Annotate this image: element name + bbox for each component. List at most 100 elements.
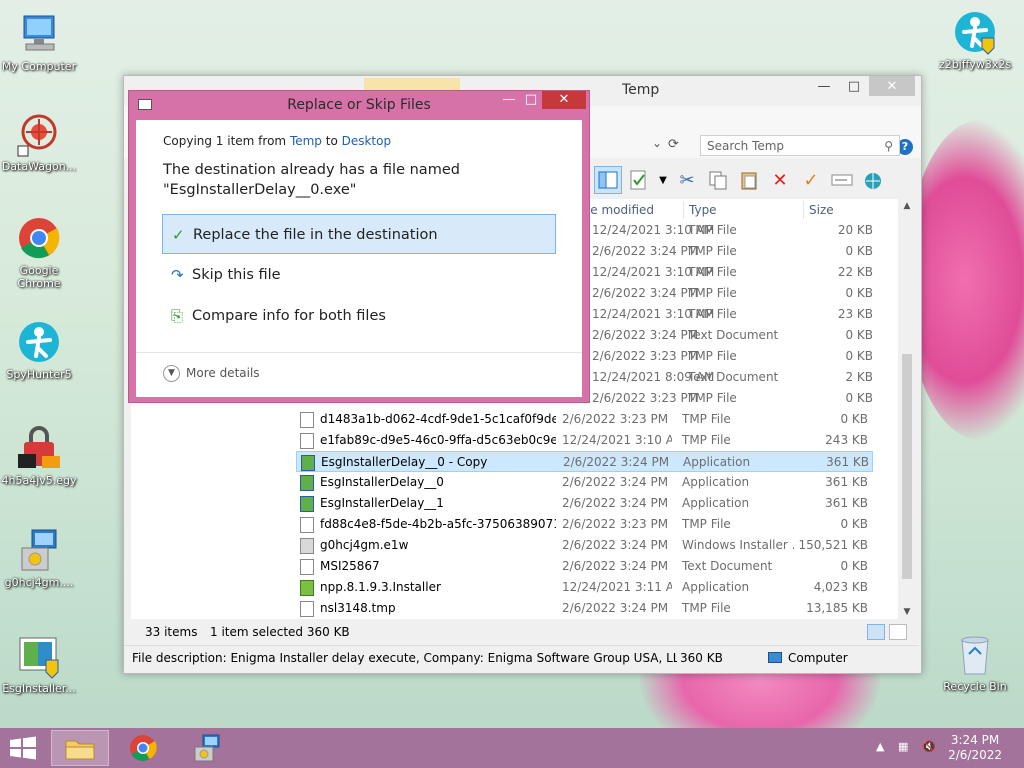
table-row[interactable]: 12/24/2021 3:10 AM TMP File 20 KB — [588, 220, 873, 241]
secured-file-icon — [16, 426, 62, 472]
cell-type: Application — [683, 455, 751, 469]
dropdown-icon[interactable]: ▼ — [656, 166, 670, 194]
details-view-icon[interactable] — [867, 624, 885, 640]
maximize-button[interactable]: □ — [839, 76, 869, 96]
table-row[interactable]: MSI25867 2/6/2022 3:24 PM Text Document 0 K… — [296, 556, 873, 577]
table-row[interactable]: 12/24/2021 3:10 AM TMP File 23 KB — [588, 304, 873, 325]
desktop-icon-recycle-bin[interactable]: Recycle Bin — [936, 632, 1014, 693]
volume-muted-icon[interactable]: 🔇 — [922, 740, 936, 753]
desktop-icon-my-computer[interactable]: My Computer — [0, 12, 78, 73]
cell-type: TMP File — [688, 286, 737, 300]
cell-date: 2/6/2022 3:24 PM — [592, 328, 699, 342]
checkmark-icon[interactable]: ✓ — [797, 166, 825, 194]
skip-file-option[interactable]: ↷ Skip this file — [162, 255, 556, 295]
table-row[interactable]: fd88c4e8-f5de-4b2b-a5fc-375063890710.t..… — [296, 514, 873, 535]
dialog-title-bar: Replace or Skip Files — □ ✕ — [129, 91, 589, 119]
toolbar: ▼ ✂ ✕ ✓ — [594, 166, 887, 198]
taskbar-google-chrome[interactable] — [114, 730, 172, 766]
table-row[interactable]: EsgInstallerDelay__1 2/6/2022 3:24 PM Appl… — [296, 493, 873, 514]
close-button[interactable]: ✕ — [869, 76, 915, 96]
column-header-size[interactable]: Size — [809, 199, 834, 221]
delete-icon[interactable]: ✕ — [766, 166, 794, 194]
dialog-maximize-button[interactable]: □ — [520, 91, 542, 109]
address-dropdown-icon[interactable]: ⌄ — [652, 136, 662, 150]
table-row[interactable]: 2/6/2022 3:24 PM TMP File 0 KB — [588, 241, 873, 262]
cell-size: 4,023 KB — [813, 580, 868, 594]
table-row[interactable]: e1fab89c-d9e5-46c0-9ffa-d5c63eb0c9ea.t..… — [296, 430, 873, 451]
computer-icon — [768, 652, 782, 663]
search-input[interactable]: Search Temp ⚲ — [700, 135, 900, 156]
file-icon — [300, 517, 314, 533]
location-label: Computer — [788, 651, 848, 665]
system-clock[interactable]: 3:24 PM 2/6/2022 — [948, 733, 1002, 763]
cell-name: e1fab89c-d9e5-46c0-9ffa-d5c63eb0c9ea.t..… — [320, 433, 556, 447]
file-icon — [300, 601, 314, 617]
desktop-icon-google-chrome[interactable]: Google Chrome — [0, 216, 78, 290]
table-row[interactable]: d1483a1b-d062-4cdf-9de1-5c1caf0f9de4....… — [296, 409, 873, 430]
cell-date: 2/6/2022 3:24 PM — [562, 601, 669, 615]
table-row[interactable]: 2/6/2022 3:24 PM Text Document 0 KB — [588, 325, 873, 346]
table-row[interactable]: 12/24/2021 3:10 AM TMP File 22 KB — [588, 262, 873, 283]
selection-info: 1 item selected 360 KB — [210, 625, 350, 639]
show-hidden-icons[interactable]: ▲ — [876, 740, 884, 753]
cell-type: TMP File — [682, 517, 731, 531]
table-row[interactable]: 2/6/2022 3:24 PM TMP File 0 KB — [588, 283, 873, 304]
scroll-down-icon[interactable]: ▼ — [900, 605, 914, 619]
cell-name: nsl3148.tmp — [320, 601, 396, 615]
cell-type: Application — [682, 496, 750, 510]
desktop-icon-label: My Computer — [1, 60, 77, 73]
table-row[interactable]: g0hcj4gm.e1w 2/6/2022 3:24 PM Windows Inst… — [296, 535, 873, 556]
table-row[interactable]: 2/6/2022 3:23 PM TMP File 0 KB — [588, 388, 873, 409]
copy-icon[interactable] — [704, 166, 732, 194]
copy-prefix-text: Copying 1 item from — [163, 134, 290, 148]
cell-size: 2 KB — [845, 370, 873, 384]
network-icon[interactable] — [859, 166, 887, 194]
file-description-size: 360 KB — [680, 651, 723, 665]
scrollbar-thumb[interactable] — [902, 354, 912, 579]
desktop-icon-z2bjffyw3x2s[interactable]: z2bjffyw3x2s — [936, 10, 1014, 71]
desktop-icon-spyhunter5[interactable]: SpyHunter5 — [0, 320, 78, 381]
more-details-toggle[interactable]: ▼ More details — [163, 364, 260, 382]
desktop-icon-4h5a4jv5[interactable]: 4h5a4jv5.egy — [0, 426, 78, 487]
cell-size: 0 KB — [840, 559, 868, 573]
table-row-selected[interactable]: EsgInstallerDelay__0 - Copy 2/6/2022 3:24… — [296, 451, 873, 472]
column-divider — [803, 201, 804, 219]
table-row[interactable]: 12/24/2021 8:09 AM Text Document 2 KB — [588, 367, 873, 388]
large-icons-view-icon[interactable] — [889, 624, 907, 640]
scroll-up-icon[interactable]: ▲ — [900, 199, 914, 213]
network-icon[interactable]: ▦ — [898, 740, 908, 753]
cell-name: g0hcj4gm.e1w — [320, 538, 409, 552]
desktop-icon-label: DataWagon... — [1, 160, 77, 173]
cell-size: 23 KB — [837, 307, 873, 321]
dialog-minimize-button[interactable]: — — [498, 91, 520, 109]
cut-icon[interactable]: ✂ — [673, 166, 701, 194]
table-row[interactable]: 2/6/2022 3:23 PM TMP File 0 KB — [588, 346, 873, 367]
cell-size: 0 KB — [840, 517, 868, 531]
rename-icon[interactable] — [828, 166, 856, 194]
column-header-type[interactable]: Type — [689, 199, 717, 221]
compare-files-option[interactable]: ⎘ Compare info for both files — [162, 296, 556, 336]
refresh-icon[interactable]: ⟳ — [668, 137, 679, 152]
desktop-icon-esginstaller[interactable]: EsgInstaller... — [0, 634, 78, 695]
paste-icon[interactable] — [735, 166, 763, 194]
taskbar-file-explorer[interactable] — [51, 730, 109, 766]
properties-icon[interactable] — [625, 166, 653, 194]
replace-file-option[interactable]: ✓ Replace the file in the destination — [162, 214, 556, 254]
wallpaper-flower — [905, 120, 1024, 440]
preview-pane-icon[interactable] — [594, 166, 622, 194]
source-folder-link[interactable]: Temp — [290, 134, 322, 148]
desktop-icon-label: g0hcj4gm.... — [4, 576, 74, 589]
desktop-icon-g0hcj4gm[interactable]: g0hcj4gm.... — [0, 528, 78, 589]
vertical-scrollbar[interactable]: ▲ ▼ — [900, 199, 914, 619]
cell-date: 2/6/2022 3:23 PM — [562, 517, 669, 531]
desktop-icon-datawagon[interactable]: DataWagon... — [0, 112, 78, 173]
dialog-close-button[interactable]: ✕ — [542, 91, 586, 109]
table-row[interactable]: nsl3148.tmp 2/6/2022 3:24 PM TMP File 13,18… — [296, 598, 873, 619]
text-file-icon — [300, 559, 314, 575]
table-row[interactable]: EsgInstallerDelay__0 2/6/2022 3:24 PM Appl… — [296, 472, 873, 493]
destination-folder-link[interactable]: Desktop — [342, 134, 392, 148]
table-row[interactable]: npp.8.1.9.3.Installer 12/24/2021 3:11 AM A… — [296, 577, 873, 598]
start-button[interactable] — [8, 736, 38, 760]
taskbar-installer[interactable] — [177, 730, 235, 766]
minimize-button[interactable]: — — [809, 76, 839, 96]
